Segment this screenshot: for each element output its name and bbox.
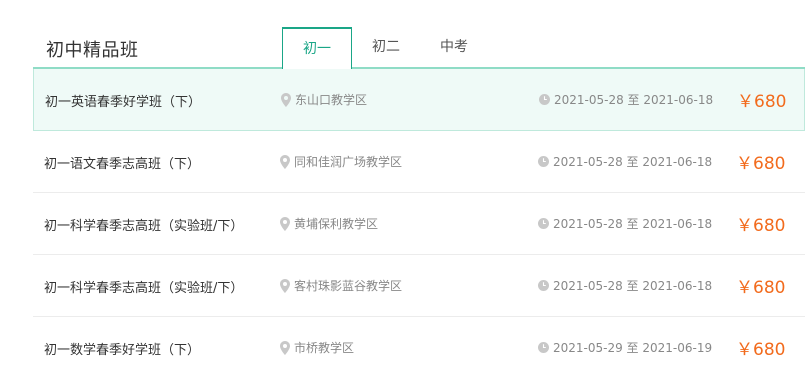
clock-icon [538, 156, 549, 167]
location-text: 东山口教学区 [295, 93, 368, 107]
course-date: 2021-05-28 至 2021-06-18 [538, 215, 712, 232]
date-text: 2021-05-28 至 2021-06-18 [553, 279, 713, 293]
grade-tabs: 初一 初二 中考 [282, 27, 488, 69]
list-item[interactable]: 初一数学春季好学班（下） 市桥教学区 2021-05-29 至 2021-06-… [33, 317, 805, 373]
course-date: 2021-05-29 至 2021-06-19 [538, 339, 712, 356]
course-name[interactable]: 初一数学春季好学班（下） [44, 339, 200, 358]
course-location: 市桥教学区 [280, 339, 354, 356]
header: 初中精品班 初一 初二 中考 [33, 27, 805, 69]
course-location: 同和佳润广场教学区 [280, 153, 402, 170]
date-text: 2021-05-29 至 2021-06-19 [553, 341, 713, 355]
page-title: 初中精品班 [46, 40, 139, 61]
clock-icon [538, 280, 549, 291]
clock-icon [538, 218, 549, 229]
course-price: ￥680 [736, 340, 786, 360]
course-list: 初一英语春季好学班（下） 东山口教学区 2021-05-28 至 2021-06… [33, 69, 805, 373]
date-text: 2021-05-28 至 2021-06-18 [554, 93, 714, 107]
location-pin-icon [280, 278, 290, 293]
location-pin-icon [281, 92, 291, 107]
list-item[interactable]: 初一科学春季志高班（实验班/下） 客村珠影蓝谷教学区 2021-05-28 至 … [33, 255, 805, 317]
tab-grade-1[interactable]: 初一 [282, 27, 352, 69]
date-text: 2021-05-28 至 2021-06-18 [553, 155, 713, 169]
course-name[interactable]: 初一科学春季志高班（实验班/下） [44, 277, 243, 296]
list-item[interactable]: 初一语文春季志高班（下） 同和佳润广场教学区 2021-05-28 至 2021… [33, 131, 805, 193]
course-date: 2021-05-28 至 2021-06-18 [539, 91, 713, 108]
list-item[interactable]: 初一科学春季志高班（实验班/下） 黄埔保利教学区 2021-05-28 至 20… [33, 193, 805, 255]
list-item[interactable]: 初一英语春季好学班（下） 东山口教学区 2021-05-28 至 2021-06… [33, 69, 805, 131]
tab-zhongkao[interactable]: 中考 [420, 27, 488, 68]
location-text: 客村珠影蓝谷教学区 [294, 279, 403, 293]
course-location: 东山口教学区 [281, 91, 367, 108]
tab-grade-2[interactable]: 初二 [352, 27, 420, 68]
course-price: ￥680 [736, 154, 786, 174]
date-text: 2021-05-28 至 2021-06-18 [553, 217, 713, 231]
location-pin-icon [280, 216, 290, 231]
course-name[interactable]: 初一科学春季志高班（实验班/下） [44, 215, 243, 234]
course-location: 黄埔保利教学区 [280, 215, 378, 232]
course-date: 2021-05-28 至 2021-06-18 [538, 277, 712, 294]
location-text: 市桥教学区 [294, 341, 355, 355]
location-text: 同和佳润广场教学区 [294, 155, 403, 169]
course-price: ￥680 [737, 92, 787, 112]
course-location: 客村珠影蓝谷教学区 [280, 277, 402, 294]
location-pin-icon [280, 154, 290, 169]
course-price: ￥680 [736, 278, 786, 298]
course-price: ￥680 [736, 216, 786, 236]
clock-icon [539, 94, 550, 105]
location-pin-icon [280, 340, 290, 355]
location-text: 黄埔保利教学区 [294, 217, 379, 231]
course-date: 2021-05-28 至 2021-06-18 [538, 153, 712, 170]
course-name[interactable]: 初一语文春季志高班（下） [44, 153, 200, 172]
clock-icon [538, 342, 549, 353]
course-name[interactable]: 初一英语春季好学班（下） [45, 91, 201, 110]
